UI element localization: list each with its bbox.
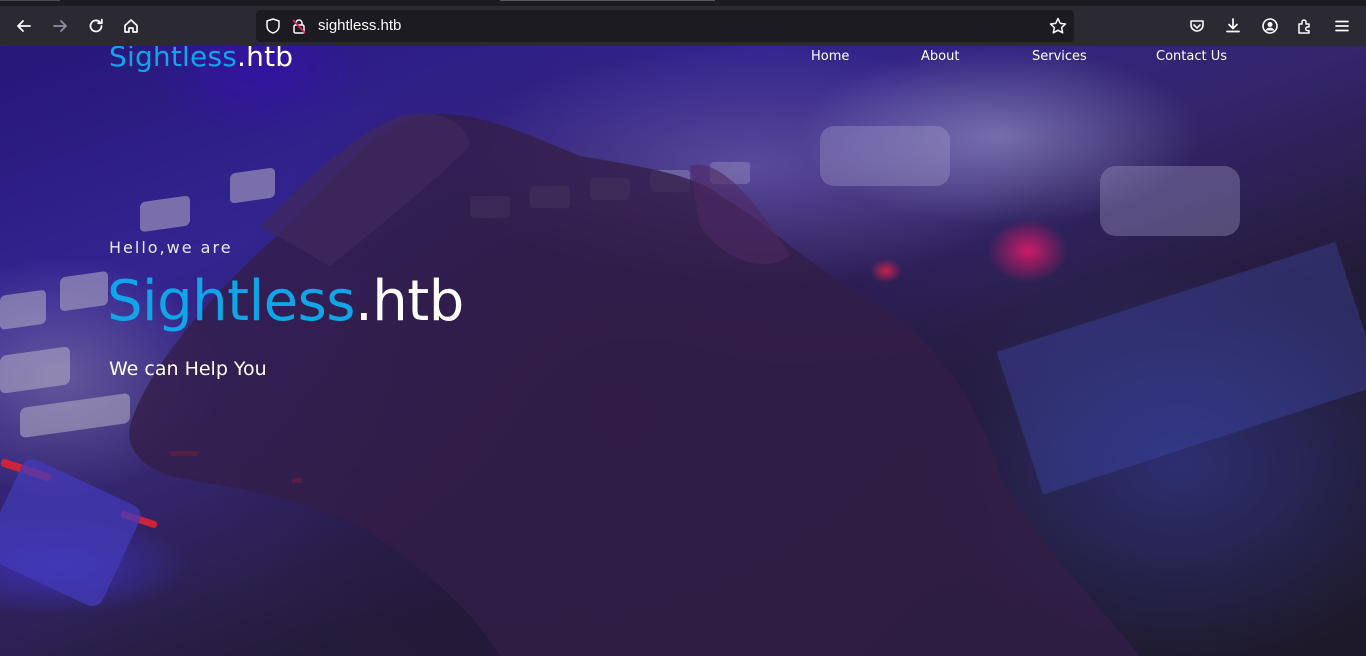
reload-icon[interactable] bbox=[82, 12, 110, 40]
hero-subtitle: We can Help You bbox=[109, 358, 267, 380]
nav-link-about[interactable]: About bbox=[921, 49, 959, 64]
nav-link-home[interactable]: Home bbox=[811, 49, 849, 64]
hero-title: Sightless.htb bbox=[107, 274, 464, 330]
back-arrow-icon[interactable] bbox=[10, 12, 38, 40]
account-icon[interactable] bbox=[1256, 12, 1284, 40]
url-text[interactable]: sightless.htb bbox=[318, 17, 401, 34]
shield-icon[interactable] bbox=[264, 17, 282, 35]
download-icon[interactable] bbox=[1219, 12, 1247, 40]
hero-greeting: Hello,we are bbox=[109, 238, 233, 257]
nav-link-services[interactable]: Services bbox=[1032, 49, 1087, 64]
nav-link-contact-us[interactable]: Contact Us bbox=[1156, 49, 1227, 64]
extensions-icon[interactable] bbox=[1291, 12, 1319, 40]
main-nav: Home About Services Contact Us bbox=[0, 49, 1366, 69]
web-page: Sightless.htb Home About Services Contac… bbox=[0, 46, 1366, 656]
dark-overlay bbox=[0, 46, 1366, 656]
tab-edge-left bbox=[0, 0, 60, 1]
home-icon[interactable] bbox=[117, 12, 145, 40]
pocket-icon[interactable] bbox=[1183, 12, 1211, 40]
bookmark-star-icon[interactable] bbox=[1048, 16, 1068, 36]
url-bar[interactable]: sightless.htb bbox=[256, 10, 1074, 42]
hero-title-secondary: .htb bbox=[354, 269, 464, 334]
forward-arrow-icon[interactable] bbox=[46, 12, 74, 40]
lock-insecure-icon[interactable] bbox=[290, 17, 308, 35]
hero-title-primary: Sightless bbox=[107, 269, 355, 334]
menu-icon[interactable] bbox=[1328, 12, 1356, 40]
tab-edge-active bbox=[500, 0, 715, 1]
browser-toolbar: sightless.htb bbox=[0, 6, 1366, 46]
